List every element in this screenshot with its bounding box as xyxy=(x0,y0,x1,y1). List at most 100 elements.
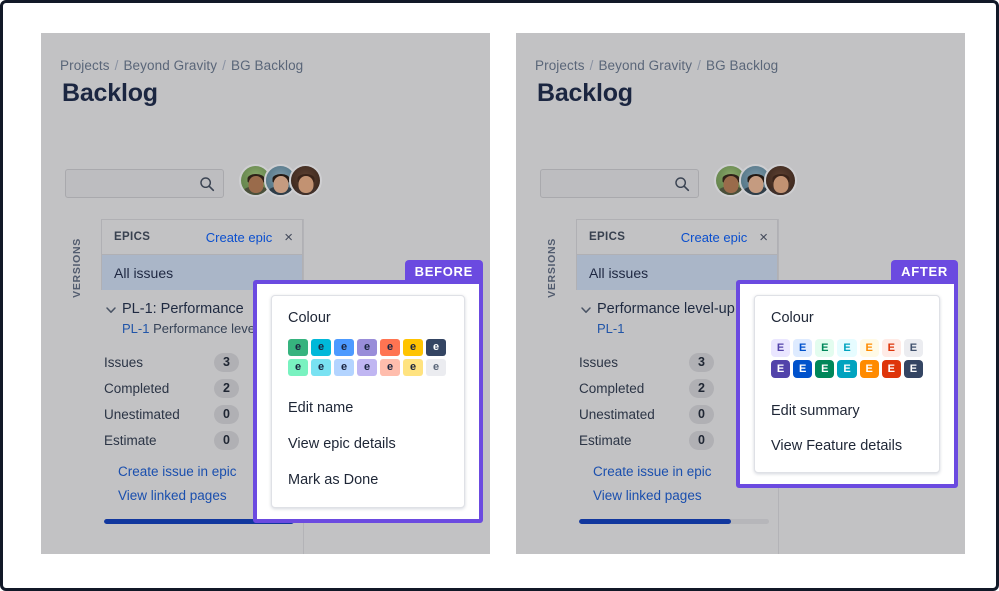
colour-swatch[interactable]: e xyxy=(403,359,423,376)
versions-rail-tab[interactable]: VERSIONS xyxy=(65,218,89,318)
colour-swatch-grid: eeeeeee eeeeeee xyxy=(288,339,448,376)
epic-progress-bar xyxy=(579,519,769,525)
colour-swatch[interactable]: E xyxy=(903,339,923,357)
colour-swatch[interactable]: E xyxy=(903,360,923,378)
versions-rail-label: VERSIONS xyxy=(71,238,83,298)
avatar-group xyxy=(239,164,322,197)
epic-key: PL-1 xyxy=(597,320,625,336)
breadcrumb-separator: / xyxy=(697,58,701,73)
epic-context-menu: Colour eeeeeee eeeeeee Edit name View ep… xyxy=(271,295,465,508)
menu-item-view-feature-details[interactable]: View Feature details xyxy=(771,429,923,464)
swatch-row: EEEEEEE xyxy=(771,360,923,378)
colour-swatch[interactable]: E xyxy=(815,339,835,357)
colour-swatch[interactable]: E xyxy=(793,339,813,357)
avatar[interactable] xyxy=(289,164,322,197)
breadcrumb-project[interactable]: Beyond Gravity xyxy=(123,58,217,73)
menu-item-mark-as-done[interactable]: Mark as Done xyxy=(288,462,448,498)
colour-swatch[interactable]: E xyxy=(815,360,835,378)
create-epic-link[interactable]: Create epic xyxy=(206,230,272,245)
colour-swatch[interactable]: e xyxy=(380,339,400,356)
swatch-row: eeeeeee xyxy=(288,359,448,376)
stat-value: 3 xyxy=(689,352,714,372)
stat-value: 0 xyxy=(689,430,714,450)
breadcrumb: Projects / Beyond Gravity / BG Backlog xyxy=(535,58,778,73)
colour-swatch[interactable]: e xyxy=(357,359,377,376)
breadcrumb-projects[interactable]: Projects xyxy=(535,58,585,73)
menu-item-list: Edit summary View Feature details xyxy=(771,394,923,464)
after-badge: AFTER xyxy=(891,260,958,284)
stat-label: Completed xyxy=(104,380,170,396)
stat-label: Completed xyxy=(579,380,645,396)
epics-header: EPICS Create epic × xyxy=(102,220,302,254)
search-icon xyxy=(675,177,690,192)
menu-item-list: Edit name View epic details Mark as Done xyxy=(288,390,448,498)
breadcrumb-board[interactable]: BG Backlog xyxy=(706,58,778,73)
menu-item-edit-name[interactable]: Edit name xyxy=(288,390,448,426)
page-title: Backlog xyxy=(537,79,633,107)
epic-progress-fill xyxy=(579,519,731,525)
breadcrumb-separator: / xyxy=(114,58,119,73)
colour-swatch[interactable]: E xyxy=(837,339,857,357)
colour-swatch[interactable]: E xyxy=(859,339,879,357)
stat-value: 0 xyxy=(214,404,239,424)
stat-label: Issues xyxy=(104,354,144,370)
colour-swatch[interactable]: e xyxy=(288,339,308,356)
breadcrumb: Projects / Beyond Gravity / BG Backlog xyxy=(60,58,303,73)
close-icon[interactable]: × xyxy=(284,230,293,245)
screenshot-root: Projects / Beyond Gravity / BG Backlog Backl… xyxy=(0,0,999,591)
colour-swatch[interactable]: e xyxy=(403,339,423,356)
feature-context-menu: Colour EEEEEEE EEEEEEE Edit summary View… xyxy=(754,295,940,473)
epics-header-label: EPICS xyxy=(114,231,151,243)
close-icon[interactable]: × xyxy=(759,230,768,245)
search-input[interactable] xyxy=(65,169,224,198)
colour-swatch[interactable]: e xyxy=(334,359,354,376)
breadcrumb-separator: / xyxy=(589,58,594,73)
colour-swatch[interactable]: e xyxy=(426,359,446,376)
colour-swatch[interactable]: e xyxy=(357,339,377,356)
epic-name: Performance level-up xyxy=(597,301,735,317)
stat-label: Issues xyxy=(579,354,619,370)
colour-swatch[interactable]: E xyxy=(771,360,791,378)
colour-swatch[interactable]: e xyxy=(334,339,354,356)
colour-swatch[interactable]: e xyxy=(288,359,308,376)
breadcrumb-projects[interactable]: Projects xyxy=(60,58,110,73)
menu-item-edit-summary[interactable]: Edit summary xyxy=(771,394,923,429)
colour-swatch[interactable]: E xyxy=(837,360,857,378)
epic-names: Performance level-up PL-1 xyxy=(597,300,735,337)
colour-swatch[interactable]: e xyxy=(426,339,446,356)
search-input[interactable] xyxy=(540,169,699,198)
epic-subtitle: PL-1 xyxy=(597,320,735,338)
after-callout: AFTER Colour EEEEEEE EEEEEEE Edit summar… xyxy=(736,260,958,488)
breadcrumb-project[interactable]: Beyond Gravity xyxy=(598,58,692,73)
avatar[interactable] xyxy=(764,164,797,197)
colour-swatch[interactable]: E xyxy=(881,360,901,378)
colour-swatch[interactable]: E xyxy=(881,339,901,357)
stat-value: 3 xyxy=(214,352,239,372)
colour-heading: Colour xyxy=(771,310,814,326)
chevron-down-icon[interactable] xyxy=(578,302,594,318)
versions-rail-label: VERSIONS xyxy=(546,238,558,298)
colour-swatch[interactable]: E xyxy=(771,339,791,357)
avatar-group xyxy=(714,164,797,197)
colour-swatch-grid: EEEEEEE EEEEEEE xyxy=(771,339,923,378)
menu-item-view-epic-details[interactable]: View epic details xyxy=(288,426,448,462)
colour-swatch[interactable]: e xyxy=(380,359,400,376)
colour-swatch[interactable]: e xyxy=(311,359,331,376)
chevron-down-icon[interactable] xyxy=(103,302,119,318)
stat-label: Unestimated xyxy=(579,406,655,422)
stat-value: 2 xyxy=(214,378,239,398)
epics-header-label: EPICS xyxy=(589,231,626,243)
search-icon xyxy=(200,177,215,192)
before-callout: BEFORE Colour eeeeeee eeeeeee Edit name … xyxy=(253,260,483,523)
swatch-row: eeeeeee xyxy=(288,339,448,356)
create-epic-link[interactable]: Create epic xyxy=(681,230,747,245)
stat-value: 2 xyxy=(689,378,714,398)
colour-swatch[interactable]: e xyxy=(311,339,331,356)
colour-heading: Colour xyxy=(288,310,331,326)
swatch-row: EEEEEEE xyxy=(771,339,923,357)
breadcrumb-board[interactable]: BG Backlog xyxy=(231,58,303,73)
colour-swatch[interactable]: E xyxy=(793,360,813,378)
colour-swatch[interactable]: E xyxy=(859,360,879,378)
page-title: Backlog xyxy=(62,79,158,107)
versions-rail-tab[interactable]: VERSIONS xyxy=(540,218,564,318)
